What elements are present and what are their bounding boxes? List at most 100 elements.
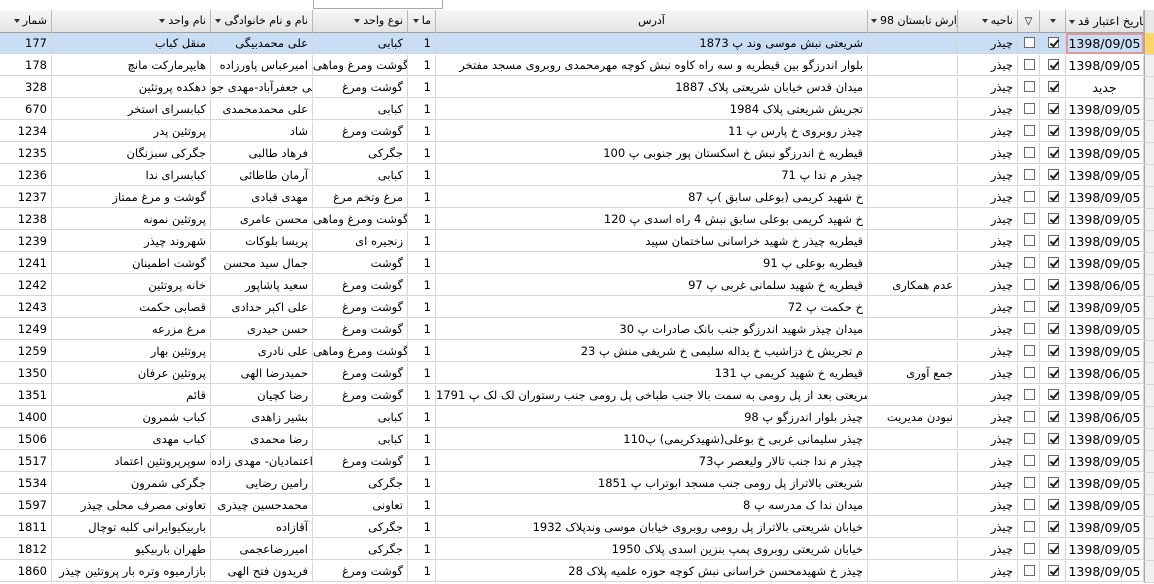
cell-m[interactable]: 1 <box>408 275 436 296</box>
cell-report[interactable]: عدم همکاری <box>868 275 958 296</box>
cell-m[interactable]: 1 <box>408 121 436 142</box>
cell-district[interactable]: چیذر <box>958 297 1018 318</box>
cell-address[interactable]: شریعتی بعد از پل رومی به سمت بالا جنب طب… <box>436 385 868 406</box>
cell-address[interactable]: قیطریه خ شهید سلمانی غربی پ 97 <box>436 275 868 296</box>
checkbox[interactable] <box>1048 213 1059 224</box>
cell-m[interactable]: 1 <box>408 253 436 274</box>
cell-unit-name[interactable]: گوشت و مرغ ممتاز <box>52 187 211 208</box>
cell-unit-name[interactable]: پروتئین پدر <box>52 121 211 142</box>
record-selector[interactable] <box>1144 253 1154 275</box>
cell-owner[interactable]: امیرعباس پاورزاده <box>211 55 313 76</box>
checkbox[interactable] <box>1048 477 1059 488</box>
column-header-address[interactable]: آدرس <box>436 10 868 33</box>
cell-date[interactable]: 1398/09/05 <box>1066 561 1144 582</box>
cell-owner[interactable]: آقازاده <box>211 517 313 538</box>
cell-unit-name[interactable]: کباب شمرون <box>52 407 211 428</box>
cell-owner[interactable]: علی محمدمحمدی <box>211 99 313 120</box>
cell-c2[interactable] <box>1040 33 1066 54</box>
table-row[interactable]: 1398/09/05 چیذر چیذر سلیمانی غربی خ بوعلی(… <box>0 429 1144 451</box>
cell-date[interactable]: 1398/09/05 <box>1066 385 1144 406</box>
cell-m[interactable]: 1 <box>408 187 436 208</box>
cell-number[interactable]: 1860 <box>0 561 52 582</box>
cell-number[interactable]: 1506 <box>0 429 52 450</box>
checkbox[interactable] <box>1024 433 1035 444</box>
cell-district[interactable]: چیذر <box>958 253 1018 274</box>
cell-m[interactable]: 1 <box>408 385 436 406</box>
checkbox[interactable] <box>1048 279 1059 290</box>
cell-owner[interactable]: علی اکبر حدادی <box>211 297 313 318</box>
table-row[interactable]: 1398/09/05 چیذر تجریش شریعتی پلاک 1984 1 کبا… <box>0 99 1144 121</box>
cell-unit-type[interactable]: گوشت ومرغ <box>313 451 408 472</box>
cell-date[interactable]: 1398/09/05 <box>1066 121 1144 142</box>
checkbox[interactable] <box>1024 191 1035 202</box>
cell-c2[interactable] <box>1040 165 1066 186</box>
cell-unit-name[interactable]: قصابی حکمت <box>52 297 211 318</box>
cell-date[interactable]: 1398/09/05 <box>1066 341 1144 362</box>
cell-district[interactable]: چیذر <box>958 275 1018 296</box>
cell-date[interactable]: 1398/09/05 <box>1066 33 1144 54</box>
record-selector[interactable] <box>1144 99 1154 121</box>
cell-number[interactable]: 1812 <box>0 539 52 560</box>
record-selector[interactable] <box>1144 165 1154 187</box>
cell-m[interactable]: 1 <box>408 495 436 516</box>
cell-unit-name[interactable]: کبابسرای استخر <box>52 99 211 120</box>
toolbar-tab[interactable] <box>313 0 443 9</box>
cell-c1[interactable] <box>1018 165 1040 186</box>
checkbox[interactable] <box>1024 59 1035 70</box>
checkbox[interactable] <box>1024 345 1035 356</box>
cell-number[interactable]: 1237 <box>0 187 52 208</box>
cell-m[interactable]: 1 <box>408 165 436 186</box>
checkbox[interactable] <box>1048 499 1059 510</box>
cell-district[interactable]: چیذر <box>958 473 1018 494</box>
checkbox[interactable] <box>1048 433 1059 444</box>
checkbox[interactable] <box>1048 59 1059 70</box>
checkbox[interactable] <box>1024 367 1035 378</box>
cell-unit-type[interactable]: زنجیره ای <box>313 231 408 252</box>
checkbox[interactable] <box>1048 81 1059 92</box>
table-row[interactable]: 1398/09/05 چیذر میدان ندا ک مدرسه پ 8 1 تعاو… <box>0 495 1144 517</box>
checkbox[interactable] <box>1048 147 1059 158</box>
cell-unit-type[interactable]: کبابی <box>313 165 408 186</box>
record-selector[interactable] <box>1144 319 1154 341</box>
dropdown-icon[interactable] <box>159 19 166 23</box>
cell-unit-type[interactable]: گوشت ومرغ <box>313 121 408 142</box>
cell-address[interactable]: میدان قدس خیابان شریعتی پلاک 1887 <box>436 77 868 98</box>
cell-report[interactable] <box>868 451 958 472</box>
cell-c1[interactable] <box>1018 341 1040 362</box>
record-selector[interactable] <box>1144 429 1154 451</box>
checkbox[interactable] <box>1024 235 1035 246</box>
cell-date[interactable]: 1398/06/05 <box>1066 275 1144 296</box>
cell-district[interactable]: چیذر <box>958 99 1018 120</box>
cell-owner[interactable]: اعتمادیان- مهدی زاده <box>211 451 313 472</box>
cell-unit-name[interactable]: سوپرپروتئین اعتماد <box>52 451 211 472</box>
cell-date[interactable]: 1398/09/05 <box>1066 495 1144 516</box>
table-row[interactable]: 1398/09/05 چیذر شریعتی بعد از پل رومی به س… <box>0 385 1144 407</box>
table-row[interactable]: 1398/09/05 چیذر چیذر م ندا پ 71 1 کبابی آرمان… <box>0 165 1144 187</box>
cell-owner[interactable]: بشیر زاهدی <box>211 407 313 428</box>
cell-report[interactable] <box>868 561 958 582</box>
table-row[interactable]: 1398/09/05 چیذر خیابان شریعتی روبروی پمپ ب… <box>0 539 1144 561</box>
cell-number[interactable]: 1517 <box>0 451 52 472</box>
cell-district[interactable]: چیذر <box>958 33 1018 54</box>
cell-district[interactable]: چیذر <box>958 187 1018 208</box>
cell-unit-name[interactable]: کباب مهدی <box>52 429 211 450</box>
cell-owner[interactable]: جمال سید محسن <box>211 253 313 274</box>
record-selector[interactable] <box>1144 407 1154 429</box>
table-row[interactable]: 1398/09/05 چیذر چیذر خ شهیدمحسن خراسانی نب… <box>0 561 1144 583</box>
cell-c1[interactable] <box>1018 187 1040 208</box>
cell-date[interactable]: 1398/09/05 <box>1066 253 1144 274</box>
cell-report[interactable] <box>868 231 958 252</box>
cell-owner[interactable]: امیررضاعجمی <box>211 539 313 560</box>
cell-owner[interactable]: علی محمدبیگی <box>211 33 313 54</box>
cell-number[interactable]: 1259 <box>0 341 52 362</box>
record-selector[interactable] <box>1144 451 1154 473</box>
cell-m[interactable]: 1 <box>408 539 436 560</box>
cell-number[interactable]: 1249 <box>0 319 52 340</box>
checkbox[interactable] <box>1048 455 1059 466</box>
cell-c1[interactable] <box>1018 495 1040 516</box>
cell-c2[interactable] <box>1040 253 1066 274</box>
cell-report[interactable]: نبودن مدیریت <box>868 407 958 428</box>
cell-c1[interactable] <box>1018 253 1040 274</box>
cell-unit-type[interactable]: مرغ وتخم مرغ <box>313 187 408 208</box>
checkbox[interactable] <box>1024 103 1035 114</box>
